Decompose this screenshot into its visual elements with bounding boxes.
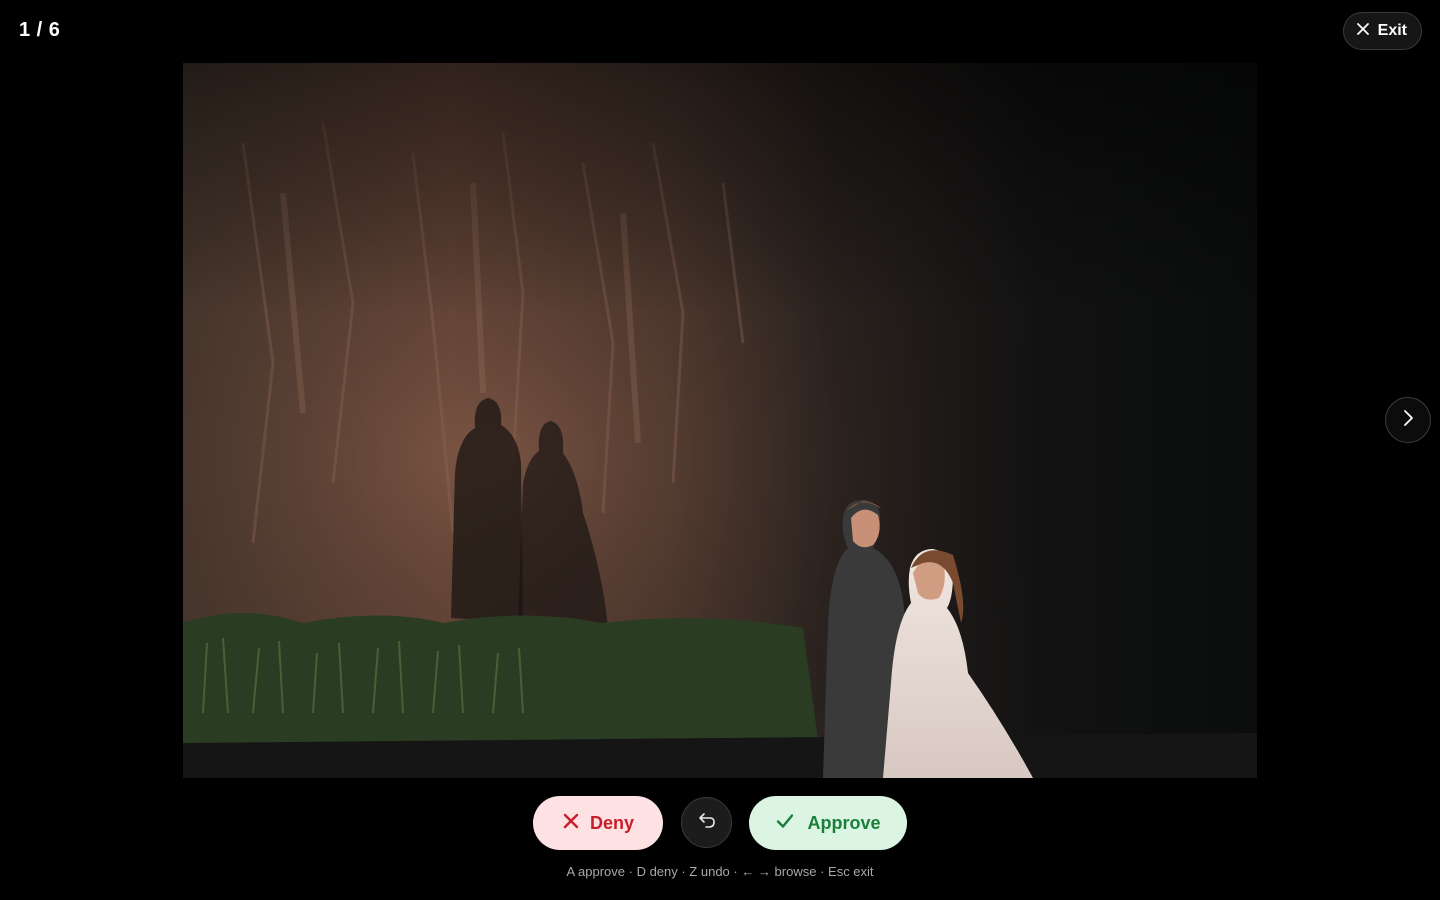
exit-label: Exit xyxy=(1377,22,1407,39)
close-icon xyxy=(1356,22,1370,41)
keyboard-shortcuts-hint: A approve · D deny · Z undo · ← → browse… xyxy=(566,864,874,879)
undo-button[interactable] xyxy=(681,797,732,848)
x-icon xyxy=(562,812,580,835)
undo-icon xyxy=(696,809,718,836)
exit-button[interactable]: Exit xyxy=(1342,12,1422,50)
review-photo xyxy=(183,63,1257,778)
approve-label: Approve xyxy=(807,812,881,833)
photo-review-viewer: 1 / 6 Exit Deny Approve A approve · D de… xyxy=(0,0,1440,900)
approve-button[interactable]: Approve xyxy=(749,796,907,850)
check-icon xyxy=(775,811,795,836)
deny-button[interactable]: Deny xyxy=(533,796,663,850)
photo-counter: 1 / 6 xyxy=(19,19,61,41)
review-actions: Deny Approve xyxy=(0,796,1440,850)
chevron-right-icon xyxy=(1397,407,1419,434)
deny-label: Deny xyxy=(589,812,634,833)
next-photo-button[interactable] xyxy=(1385,397,1431,443)
